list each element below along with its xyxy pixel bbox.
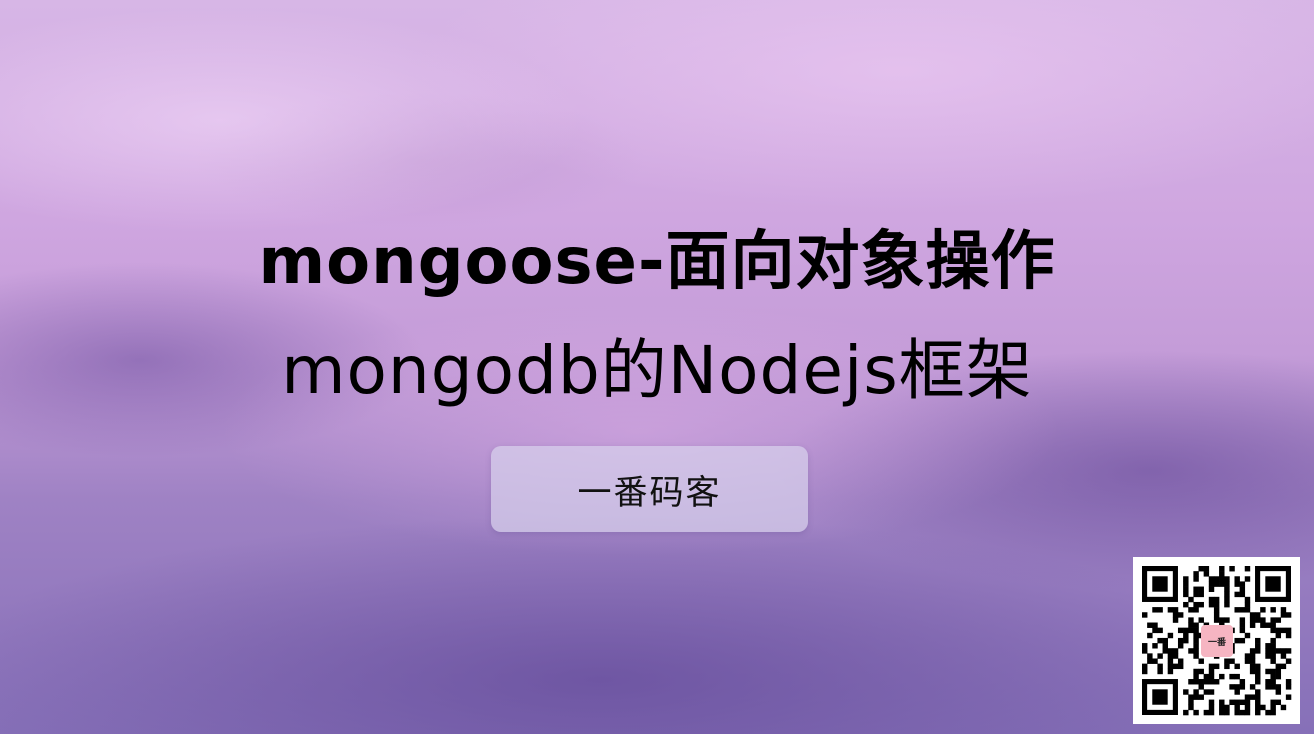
qr-logo: 一番 — [1201, 625, 1233, 657]
slide-title-line-1: mongoose-面向对象操作 — [258, 225, 1056, 299]
author-name: 一番码客 — [577, 472, 722, 513]
slide-title-line-2: mongodb的Nodejs框架 — [281, 332, 1033, 409]
qr-code: 一番 — [1133, 557, 1300, 724]
author-badge: 一番码客 — [491, 446, 808, 532]
